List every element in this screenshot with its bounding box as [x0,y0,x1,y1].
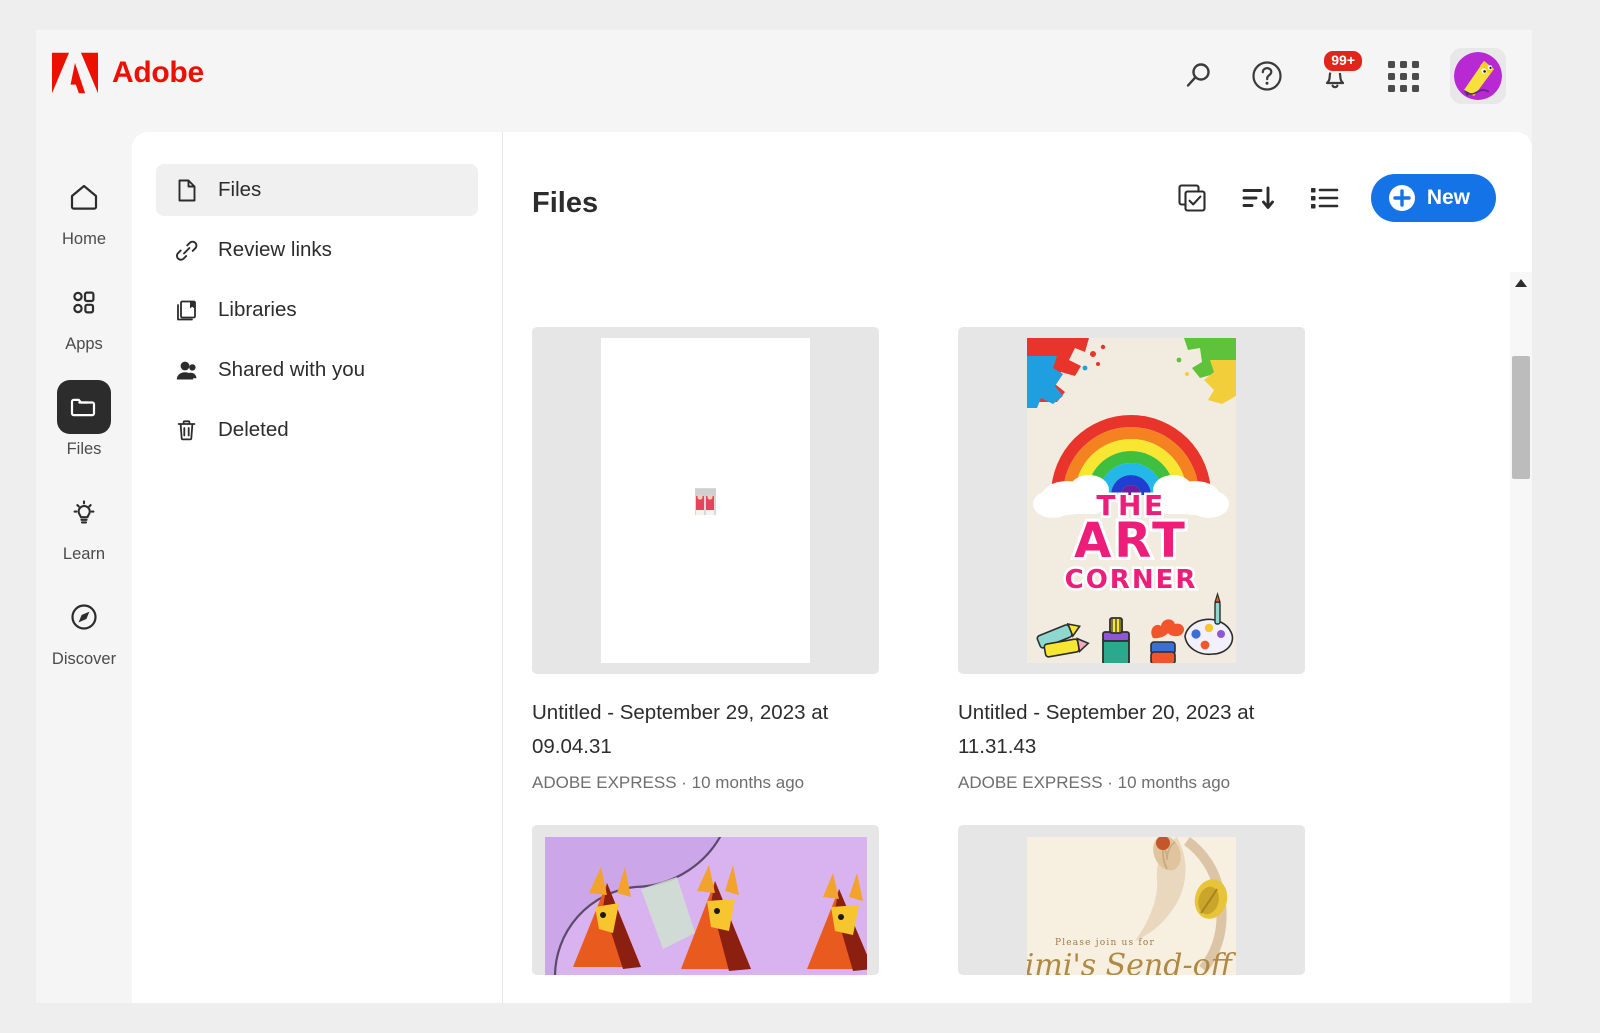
nav-label-shared-with-you: Shared with you [218,358,365,382]
adobe-logo-icon [52,52,98,94]
new-button[interactable]: New [1371,174,1496,222]
link-icon [173,237,200,264]
apps-icon [67,285,101,319]
main-toolbar: Files [503,132,1532,282]
nav-label-deleted: Deleted [218,418,289,442]
compass-icon [67,600,101,634]
toolbar-actions: New [1173,174,1496,222]
secondary-nav: Files Review links [132,132,503,1003]
rail-label-files: Files [67,440,102,459]
notification-badge: 99+ [1322,49,1364,73]
rail-item-files[interactable]: Files [36,380,132,459]
home-icon [67,180,101,214]
header-actions: 99+ [1178,48,1506,104]
svg-text:Mimi's Send-off: Mimi's Send-off [1027,948,1236,975]
nav-label-files: Files [218,178,261,202]
trash-icon [173,417,200,444]
app-grid-icon[interactable] [1382,55,1424,97]
rail-item-discover[interactable]: Discover [36,590,132,669]
app-shell: Adobe 99+ [36,30,1532,1003]
file-title: Untitled - September 20, 2023 at 11.31.4… [958,696,1278,764]
folder-icon [67,390,101,424]
user-avatar-icon [1454,52,1502,100]
main-scrollbar[interactable] [1510,272,1532,1003]
svg-text:Please join us for: Please join us for [1055,938,1155,948]
left-rail-nav: Home Apps Files [36,122,132,1003]
document-icon [173,177,200,204]
file-card[interactable]: Please join us for Mimi's Send-off [958,825,1344,975]
file-thumbnail[interactable]: THE ART CORNER [958,327,1305,674]
nav-item-files[interactable]: Files [156,164,478,216]
list-view-icon[interactable] [1305,179,1343,217]
rail-item-home[interactable]: Home [36,170,132,249]
new-button-label: New [1427,186,1470,210]
rail-label-learn: Learn [63,545,105,564]
brand-name: Adobe [112,56,204,90]
file-thumbnail[interactable]: Please join us for Mimi's Send-off [958,825,1305,975]
file-thumbnail[interactable] [532,327,879,674]
nav-label-libraries: Libraries [218,298,297,322]
file-meta: ADOBE EXPRESS · 10 months ago [958,773,1344,793]
nav-label-review-links: Review links [218,238,332,262]
nav-item-libraries[interactable]: Libraries [156,284,478,336]
file-card[interactable]: Untitled - September 29, 2023 at 09.04.3… [532,327,918,793]
rail-label-apps: Apps [65,335,103,354]
caret-up-icon[interactable] [1510,272,1532,294]
rail-label-discover: Discover [52,650,116,669]
file-card[interactable]: THE ART CORNER [958,327,1344,793]
main-area: Files [503,132,1532,1003]
blank-page-with-small-photo-thumb [601,338,810,663]
lightbulb-icon [67,495,101,529]
sort-descending-icon[interactable] [1239,179,1277,217]
svg-text:ART: ART [1074,513,1188,569]
person-icon [173,357,200,384]
scrollbar-thumb[interactable] [1512,356,1530,479]
mimis-send-off-invitation-thumb: Please join us for Mimi's Send-off [1027,837,1236,975]
rail-item-apps[interactable]: Apps [36,275,132,354]
brand-logo-group[interactable]: Adobe [52,52,204,94]
page-title: Files [532,187,598,220]
bell-icon[interactable]: 99+ [1314,55,1356,97]
global-header: Adobe 99+ [36,30,1532,122]
nav-item-deleted[interactable]: Deleted [156,404,478,456]
the-art-corner-poster-thumb: THE ART CORNER [1027,338,1236,663]
svg-text:CORNER: CORNER [1065,565,1198,595]
multi-select-icon[interactable] [1173,179,1211,217]
rail-label-home: Home [62,230,106,249]
help-circle-icon[interactable] [1246,55,1288,97]
rail-item-learn[interactable]: Learn [36,485,132,564]
file-thumbnail[interactable] [532,825,879,975]
files-grid: Untitled - September 29, 2023 at 09.04.3… [503,282,1532,1003]
content-panel: Files Review links [132,132,1532,1003]
file-card[interactable] [532,825,918,975]
avatar[interactable] [1450,48,1506,104]
library-icon [173,297,200,324]
nav-item-review-links[interactable]: Review links [156,224,478,276]
search-icon[interactable] [1178,55,1220,97]
file-title: Untitled - September 29, 2023 at 09.04.3… [532,696,852,764]
file-meta: ADOBE EXPRESS · 10 months ago [532,773,918,793]
purple-origami-foxes-thumb [545,837,867,975]
plus-circle-icon [1388,184,1416,212]
nav-item-shared-with-you[interactable]: Shared with you [156,344,478,396]
